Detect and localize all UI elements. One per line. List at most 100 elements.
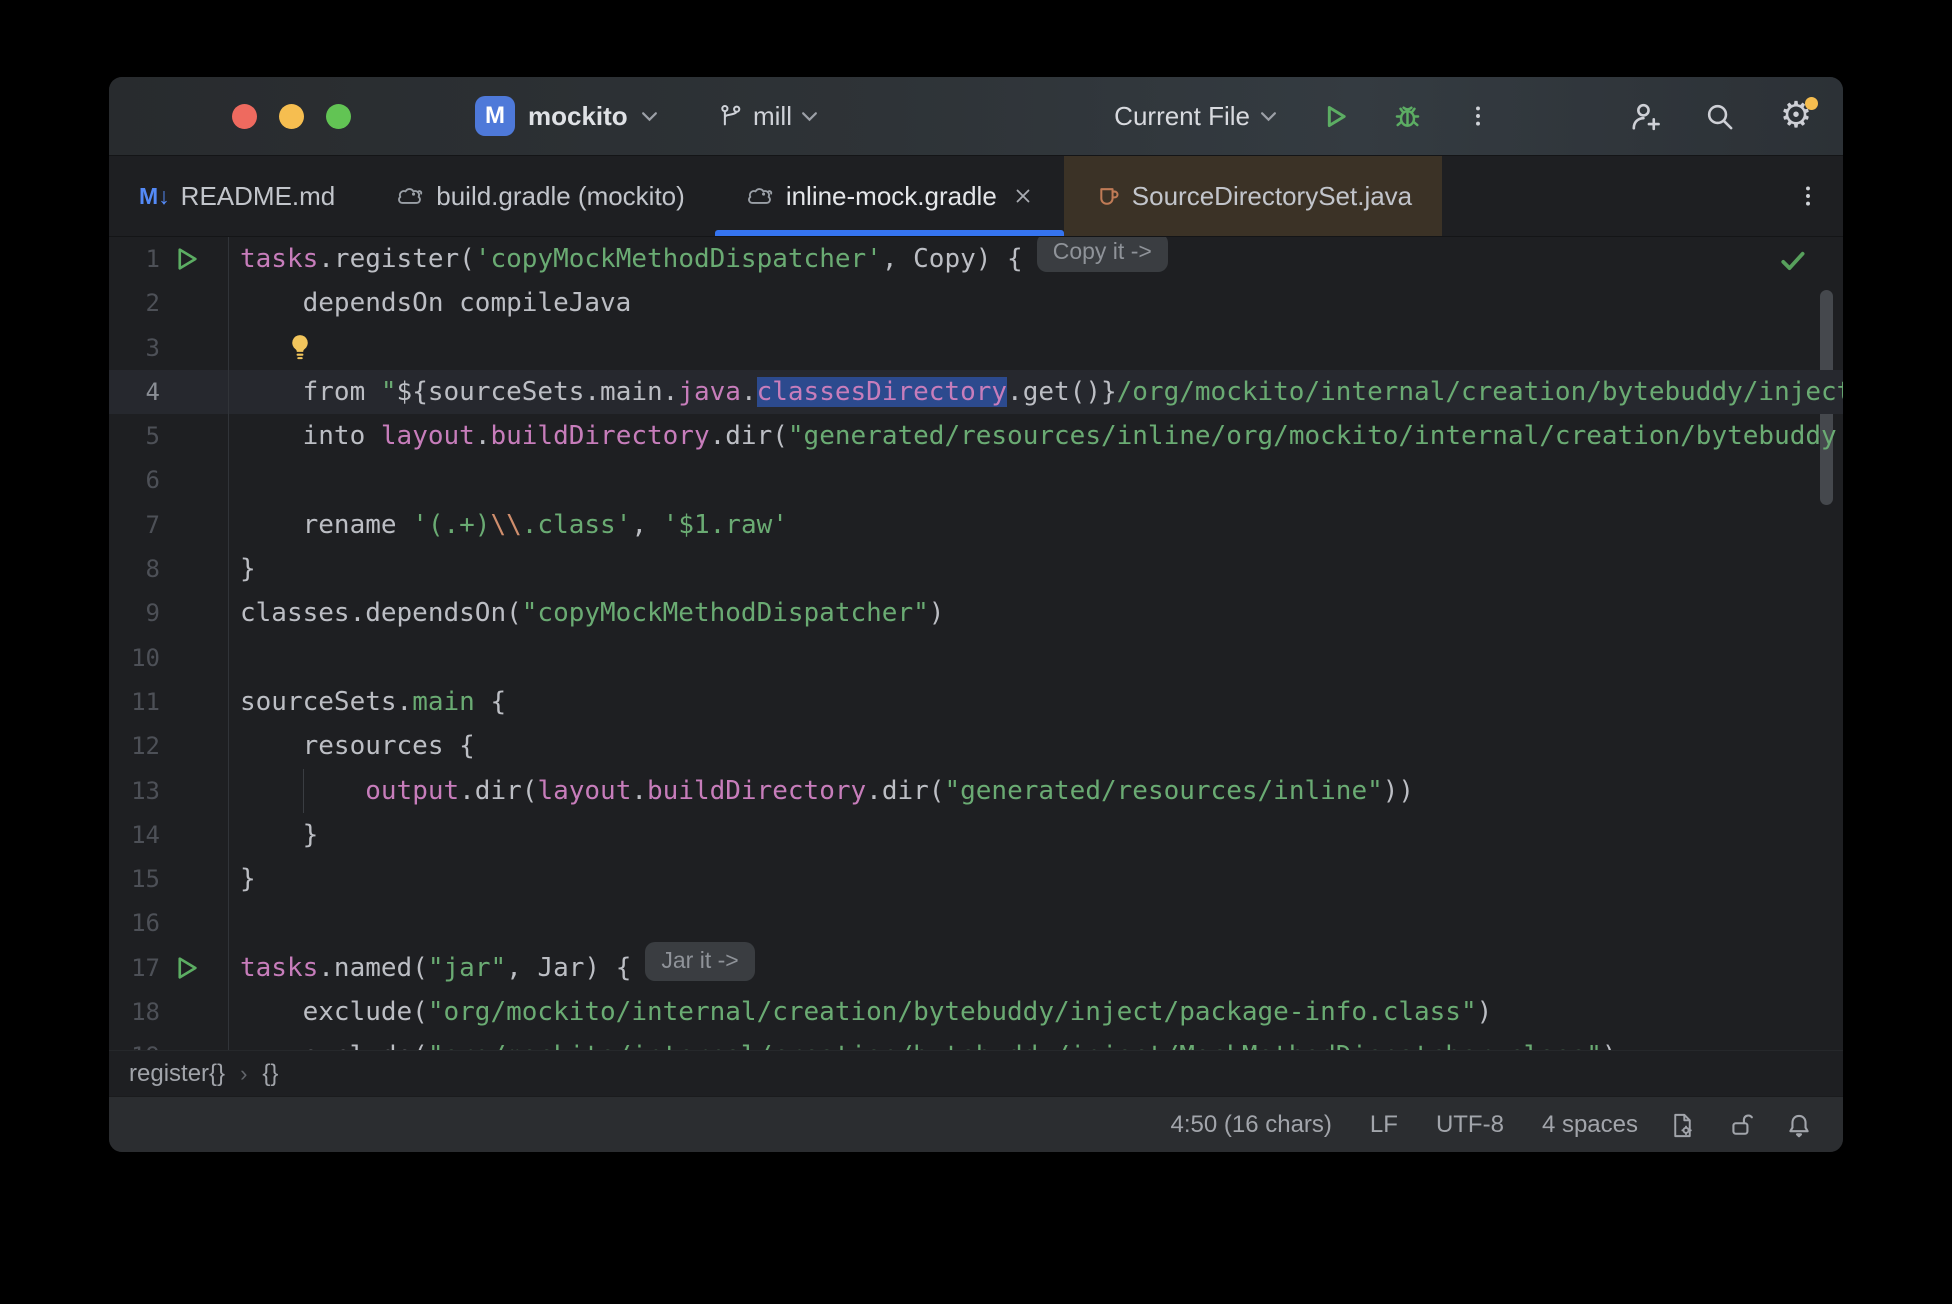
tab-options-button[interactable] — [1795, 156, 1821, 236]
code-text: resources { — [240, 731, 475, 762]
code-style-settings-icon[interactable] — [1668, 1111, 1697, 1140]
chevron-down-icon — [1260, 111, 1277, 122]
caret-position[interactable]: 4:50 (16 chars) — [1171, 1111, 1332, 1139]
inlay-hint-button[interactable]: Copy it -> — [1036, 237, 1168, 272]
code-line-9[interactable]: 9 classes.dependsOn("copyMockMethodDispat… — [109, 591, 1843, 636]
code-line-4[interactable]: 4 from "${sourceSets.main.java.classesDi… — [109, 369, 1843, 415]
gutter-separator — [228, 945, 229, 991]
line-number: 9 — [145, 599, 160, 628]
code-line-15[interactable]: 15} — [109, 857, 1843, 902]
code-text: rename '(.+)\\.class', '$1.raw' — [240, 509, 788, 540]
code-line-7[interactable]: 7 rename '(.+)\\.class', '$1.raw' — [109, 502, 1843, 548]
code-line-6[interactable]: 6 — [109, 458, 1843, 503]
gutter-separator — [228, 812, 229, 858]
breadcrumb: register{} › {} — [109, 1050, 1843, 1096]
intention-bulb-icon[interactable] — [285, 332, 315, 364]
minimize-window-button[interactable] — [279, 103, 304, 129]
code-line-13[interactable]: 13 output.dir(layout.buildDirectory.dir(… — [109, 768, 1843, 813]
run-button[interactable] — [1319, 101, 1350, 132]
java-class-icon — [1094, 183, 1121, 210]
line-number: 15 — [131, 865, 160, 894]
gutter-separator — [228, 857, 229, 902]
vcs-branch-widget[interactable]: mill — [717, 77, 818, 155]
gutter-separator — [228, 901, 229, 946]
gutter-separator — [228, 502, 229, 548]
line-number: 16 — [131, 909, 160, 938]
search-everywhere-button[interactable] — [1704, 101, 1735, 132]
line-number: 19 — [109, 1034, 160, 1050]
project-widget[interactable]: M mockito — [475, 77, 658, 155]
code-line-8[interactable]: 8} — [109, 547, 1843, 592]
tab-build-gradle-mockito-[interactable]: build.gradle (mockito) — [365, 156, 715, 236]
title-bar: M mockito mill Current File ⚙ — [109, 77, 1843, 156]
gutter-separator — [228, 414, 229, 459]
line-number: 2 — [145, 289, 160, 318]
tab-label: build.gradle (mockito) — [436, 180, 685, 211]
tab-readme-md[interactable]: M↓ README.md — [109, 156, 365, 236]
code-line-11[interactable]: 11 sourceSets.main { — [109, 679, 1843, 725]
line-number: 14 — [131, 820, 160, 849]
code-line-12[interactable]: 12 resources { — [109, 724, 1843, 769]
code-text: } — [240, 819, 319, 850]
settings-button[interactable]: ⚙ — [1777, 96, 1818, 136]
code-line-5[interactable]: 5 into layout.buildDirectory.dir("genera… — [109, 414, 1843, 459]
code-line-14[interactable]: 14 } — [109, 812, 1843, 858]
code-text: classes.dependsOn("copyMockMethodDispatc… — [240, 598, 945, 629]
code-text: tasks.register('copyMockMethodDispatcher… — [240, 244, 1023, 274]
tab-label: inline-mock.gradle — [785, 180, 997, 211]
run-configuration-selector[interactable]: Current File — [1114, 101, 1277, 132]
run-gutter-icon[interactable] — [171, 953, 201, 983]
code-text: into layout.buildDirectory.dir("generate… — [240, 421, 1837, 452]
desktop: M mockito mill Current File ⚙ M↓ README.… — [0, 0, 1952, 1304]
code-line-19[interactable]: 19 exclude("org/mockito/internal/creatio… — [109, 1034, 1843, 1050]
tab-sourcedirectoryset-java[interactable]: SourceDirectorySet.java — [1063, 156, 1443, 236]
indent-setting[interactable]: 4 spaces — [1542, 1111, 1638, 1139]
code-line-3[interactable]: 3 — [109, 325, 1843, 370]
project-name: mockito — [528, 100, 628, 131]
unlock-icon[interactable] — [1727, 1111, 1755, 1139]
line-number: 3 — [145, 333, 160, 362]
code-line-1[interactable]: 1 tasks.register('copyMockMethodDispatche… — [109, 237, 1843, 282]
close-icon[interactable] — [1012, 185, 1034, 207]
code-text: tasks.named("jar", Jar) { — [240, 952, 632, 983]
notification-dot — [1805, 97, 1818, 110]
more-actions-button[interactable] — [1465, 103, 1491, 129]
run-gutter-icon[interactable] — [171, 244, 201, 274]
bell-icon[interactable] — [1785, 1111, 1813, 1139]
line-ending[interactable]: LF — [1370, 1111, 1398, 1139]
gutter-separator — [228, 237, 229, 282]
line-number: 5 — [145, 422, 160, 451]
status-bar: 4:50 (16 chars) LF UTF-8 4 spaces — [109, 1096, 1843, 1152]
code-line-16[interactable]: 16 — [109, 901, 1843, 946]
code-text: } — [240, 864, 256, 895]
code-line-2[interactable]: 2 dependsOn compileJava — [109, 281, 1843, 326]
code-line-10[interactable]: 10 — [109, 635, 1843, 680]
branch-name: mill — [753, 100, 792, 131]
line-number: 18 — [131, 998, 160, 1027]
window-controls — [232, 77, 351, 155]
code-line-18[interactable]: 18 exclude("org/mockito/internal/creatio… — [109, 990, 1843, 1035]
close-window-button[interactable] — [232, 103, 257, 129]
debug-button[interactable] — [1392, 101, 1423, 132]
code-text: exclude("org/mockito/internal/creation/b… — [240, 997, 1493, 1028]
line-number: 4 — [145, 377, 160, 406]
tab-inline-mock-gradle[interactable]: inline-mock.gradle — [714, 156, 1064, 236]
file-encoding[interactable]: UTF-8 — [1436, 1111, 1504, 1139]
code-with-me-button[interactable] — [1629, 100, 1662, 133]
line-number: 8 — [145, 555, 160, 584]
inlay-hint-button[interactable]: Jar it -> — [645, 941, 755, 981]
breadcrumb-item[interactable]: {} — [262, 1060, 278, 1088]
ide-window: M mockito mill Current File ⚙ M↓ README.… — [109, 77, 1843, 1152]
fullscreen-window-button[interactable] — [326, 103, 351, 129]
code-text: dependsOn compileJava — [240, 288, 632, 319]
code-editor[interactable]: 1 tasks.register('copyMockMethodDispatche… — [109, 237, 1843, 1050]
line-number: 17 — [131, 953, 160, 982]
gutter-separator — [228, 325, 229, 370]
tab-label: README.md — [180, 180, 336, 211]
markdown-icon: M↓ — [139, 182, 170, 209]
code-line-17[interactable]: 17 tasks.named("jar", Jar) { Jar it -> — [109, 941, 1843, 991]
gradle-icon — [395, 183, 425, 209]
code-text: output.dir(layout.buildDirectory.dir("ge… — [365, 775, 1415, 806]
code-text: from "${sourceSets.main.java.classesDire… — [240, 376, 1843, 407]
breadcrumb-item[interactable]: register{} — [129, 1060, 225, 1088]
